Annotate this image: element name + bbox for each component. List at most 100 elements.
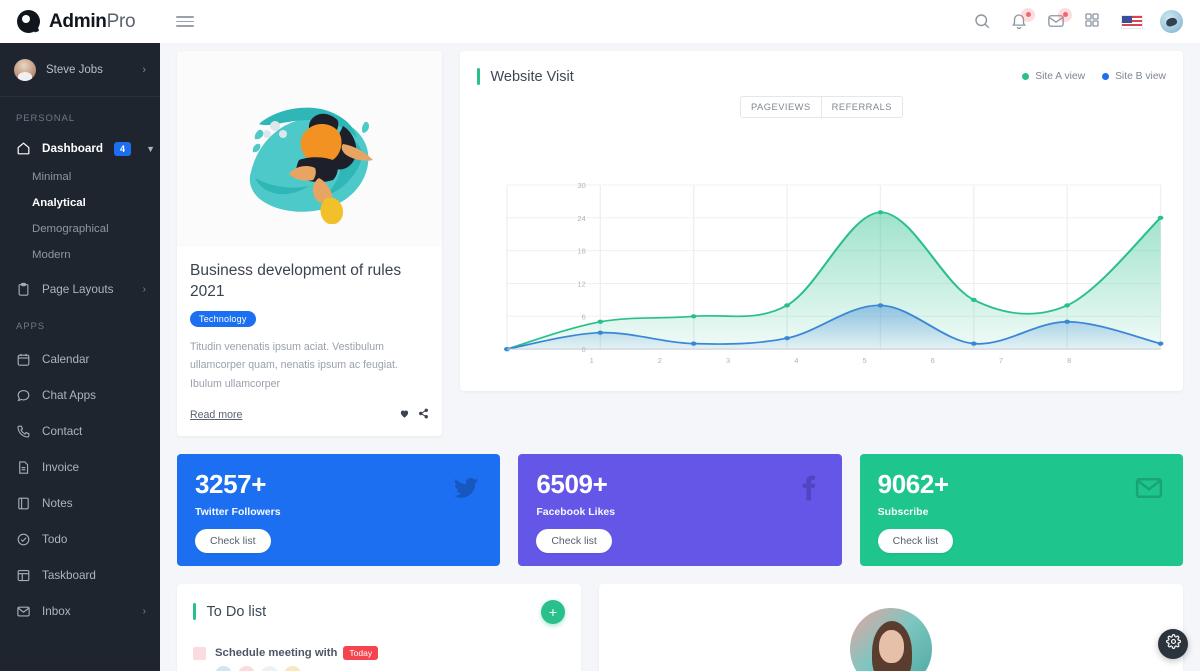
sidebar-item-label: Calendar	[42, 352, 90, 366]
document-icon	[16, 460, 31, 475]
legend-item-site-a[interactable]: Site A view	[1022, 71, 1085, 82]
todo-item-label: Schedule meeting with	[215, 647, 338, 660]
dashboard-count-badge: 4	[114, 141, 132, 156]
todo-title-group: To Do list	[193, 603, 266, 621]
profile-card	[599, 583, 1183, 671]
sidebar-item-modern[interactable]: Modern	[0, 242, 160, 268]
area-chart	[504, 184, 1164, 352]
stat-number: 6509+	[536, 468, 608, 499]
chart-card-header: Website Visit Site A view Site B view	[477, 68, 1166, 85]
brand-name-bold: Admin	[49, 10, 107, 32]
blog-card: Business development of rules 2021 Techn…	[177, 51, 442, 436]
chevron-down-icon: ▼	[146, 143, 155, 154]
legend-item-site-b[interactable]: Site B view	[1102, 71, 1166, 82]
blog-tag-badge[interactable]: Technology	[190, 311, 256, 328]
assignee-avatar[interactable]	[284, 665, 301, 671]
tab-pageviews[interactable]: PAGEVIEWS	[740, 96, 822, 118]
sidebar-item-minimal[interactable]: Minimal	[0, 164, 160, 190]
chevron-right-icon: ›	[142, 63, 146, 76]
stat-label: Twitter Followers	[195, 505, 281, 518]
read-more-link[interactable]: Read more	[190, 409, 242, 421]
layout-board-icon	[16, 568, 31, 583]
sidebar-user-profile[interactable]: Steve Jobs ›	[0, 43, 160, 97]
sidebar-item-label: Page Layouts	[42, 283, 114, 296]
hamburger-line	[176, 25, 194, 27]
chart-legend: Site A view Site B view	[1022, 71, 1166, 82]
legend-label: Site A view	[1035, 71, 1086, 82]
clipboard-icon	[16, 282, 31, 297]
tab-referrals[interactable]: REFERRALS	[821, 96, 903, 118]
check-list-button[interactable]: Check list	[877, 528, 954, 553]
sidebar-item-dashboard[interactable]: Dashboard 4 ▼	[0, 133, 160, 164]
assignee-avatar[interactable]	[215, 665, 232, 671]
home-icon	[16, 141, 31, 156]
sidebar-item-calendar[interactable]: Calendar	[0, 341, 160, 377]
stat-card-facebook: 6509+ Facebook Likes Check list	[518, 453, 842, 566]
grid-apps-icon[interactable]	[1084, 12, 1104, 32]
stat-number: 3257+	[195, 468, 267, 499]
profile-avatar	[850, 607, 932, 671]
sidebar-user-name: Steve Jobs	[46, 63, 103, 76]
todo-checkbox[interactable]	[193, 646, 206, 660]
blog-footer: Read more	[190, 406, 429, 424]
stat-card-twitter: 3257+ Twitter Followers Check list	[177, 453, 501, 566]
notification-dot-badge	[1021, 7, 1035, 22]
accent-bar	[477, 68, 480, 85]
check-list-button[interactable]: Check list	[195, 528, 271, 553]
sidebar-item-label: Todo	[42, 532, 68, 546]
todo-item-text: Schedule meeting with Today	[215, 646, 379, 661]
chart-tab-group: PAGEVIEWS REFERRALS	[477, 96, 1166, 118]
sidebar-item-todo[interactable]: Todo	[0, 521, 160, 557]
sidebar-item-invoice[interactable]: Invoice	[0, 449, 160, 485]
sidebar-item-inbox[interactable]: Inbox ›	[0, 593, 160, 629]
sidebar-toggle-button[interactable]	[176, 16, 194, 27]
settings-floating-button[interactable]	[1158, 629, 1188, 659]
todo-list-card: To Do list + Schedule meeting with Today	[177, 583, 581, 671]
brand-logo-area[interactable]: AdminPro	[0, 0, 160, 43]
search-icon[interactable]	[973, 12, 993, 32]
user-avatar[interactable]	[1160, 10, 1183, 33]
chart-title-group: Website Visit	[477, 68, 574, 85]
language-flag-icon[interactable]	[1121, 14, 1143, 29]
assignee-avatar[interactable]	[238, 665, 255, 671]
todo-today-badge: Today	[343, 646, 379, 661]
sidebar-item-taskboard[interactable]: Taskboard	[0, 557, 160, 593]
sidebar-item-label: Contact	[42, 424, 83, 438]
assignee-avatar[interactable]	[261, 665, 278, 671]
facebook-icon	[793, 473, 823, 508]
todo-assignee-avatars	[215, 665, 565, 671]
sidebar-subitem-label: Minimal	[32, 171, 72, 183]
sidebar-item-contact[interactable]: Contact	[0, 413, 160, 449]
blog-title: Business development of rules 2021	[190, 262, 402, 300]
sidebar: Steve Jobs › PERSONAL Dashboard 4 ▼ Mini…	[0, 43, 160, 671]
surfer-illustration-icon	[249, 107, 373, 224]
blog-excerpt: Titudin venenatis ipsum aciat. Vestibulu…	[190, 341, 398, 390]
sidebar-item-analytical[interactable]: Analytical	[0, 190, 160, 216]
add-todo-button[interactable]: +	[541, 599, 565, 624]
calendar-icon	[16, 352, 31, 367]
sidebar-item-label: Taskboard	[42, 568, 96, 582]
sidebar-item-label: Notes	[42, 496, 73, 510]
twitter-icon	[451, 473, 481, 508]
share-icon[interactable]	[418, 406, 429, 424]
check-list-button[interactable]: Check list	[536, 528, 612, 553]
chart-plot-area: 0 6 12 18 24 30 1 2 3 4 5 6 7 8	[477, 179, 1166, 373]
sidebar-item-notes[interactable]: Notes	[0, 485, 160, 521]
notifications-bell-icon[interactable]	[1010, 7, 1035, 32]
stat-label: Facebook Likes	[536, 505, 616, 518]
brand-name: AdminPro	[49, 10, 136, 33]
todo-header: To Do list +	[193, 599, 565, 624]
blog-illustration	[177, 51, 442, 247]
hamburger-line	[176, 20, 194, 23]
messages-envelope-icon[interactable]	[1047, 7, 1072, 32]
hamburger-line	[176, 16, 194, 18]
check-circle-icon	[16, 532, 31, 547]
sidebar-item-demographical[interactable]: Demographical	[0, 216, 160, 242]
chevron-right-icon: ›	[142, 284, 146, 295]
stat-card-subscribe: 9062+ Subscribe Check list	[859, 453, 1183, 566]
sidebar-item-page-layouts[interactable]: Page Layouts ›	[0, 274, 160, 305]
sidebar-subitem-label: Analytical	[32, 197, 86, 209]
heart-icon[interactable]	[399, 406, 410, 424]
chat-bubble-icon	[16, 388, 31, 403]
sidebar-item-chat-apps[interactable]: Chat Apps	[0, 377, 160, 413]
